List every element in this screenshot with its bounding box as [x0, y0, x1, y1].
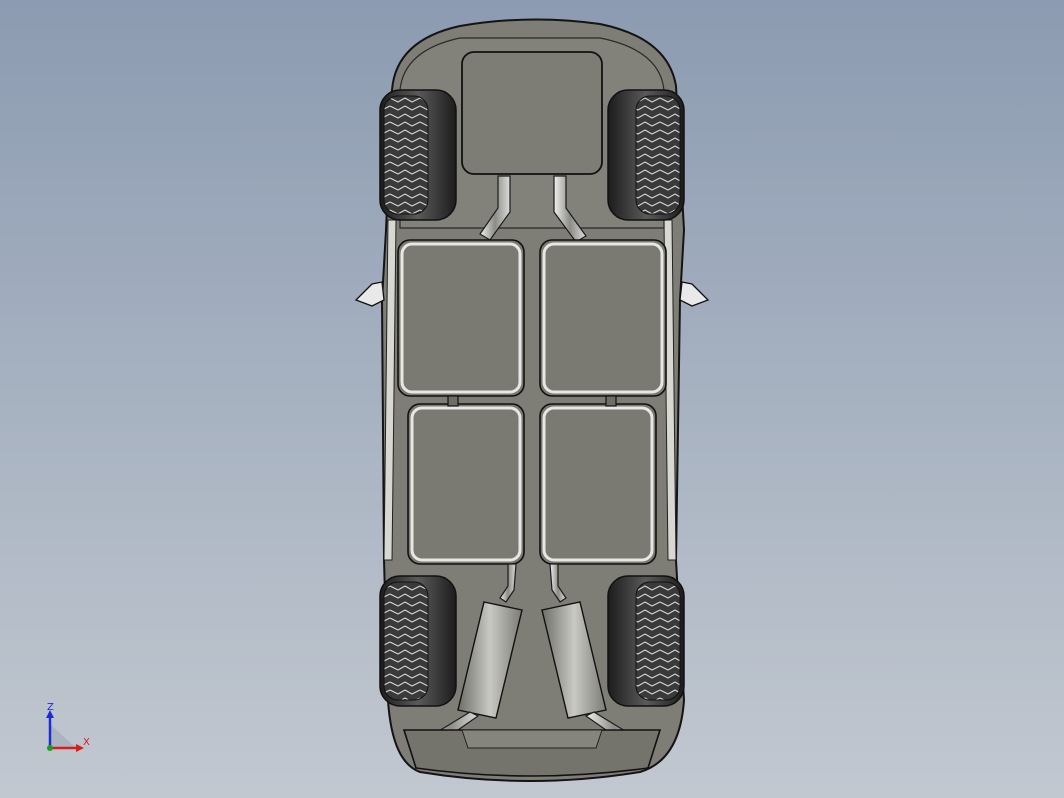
x-axis-label: X [83, 737, 90, 748]
front-left-pan [397, 239, 525, 397]
bracket-right [605, 395, 617, 407]
wheel-rear-right [607, 575, 685, 707]
wheel-rear-left [379, 575, 457, 707]
car-underbody [354, 18, 710, 782]
z-axis-label: Z [47, 702, 54, 713]
rear-left-pan [407, 403, 525, 565]
cad-viewport[interactable]: Z X [0, 0, 1064, 798]
engine-plate [461, 51, 603, 175]
wheel-front-right [607, 89, 685, 221]
front-right-pan [539, 239, 667, 397]
orientation-triad[interactable]: Z X [46, 702, 90, 752]
rear-diffuser [461, 729, 603, 749]
triad-plane [50, 724, 76, 748]
wheel-front-left [379, 89, 457, 221]
origin-dot [47, 745, 53, 751]
bracket-left [447, 395, 459, 407]
rear-right-pan [539, 403, 657, 565]
left-mirror [354, 281, 385, 307]
right-mirror [679, 281, 710, 307]
